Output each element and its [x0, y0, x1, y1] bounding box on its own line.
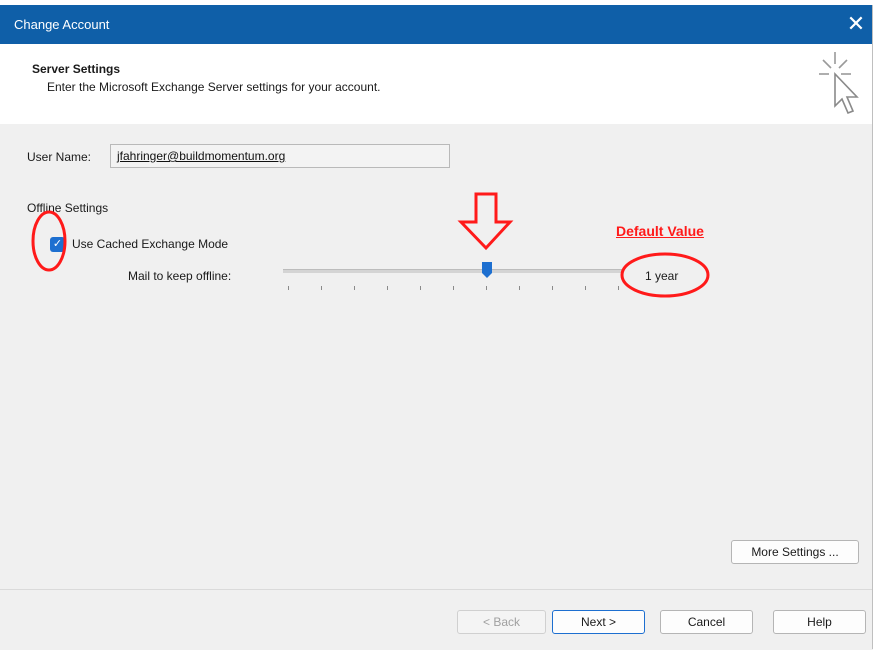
mail-offline-value: 1 year — [645, 269, 679, 283]
slider-track — [283, 269, 623, 273]
slider-tick — [552, 286, 553, 290]
slider-tick — [519, 286, 520, 290]
cancel-button[interactable]: Cancel — [660, 610, 753, 634]
help-button[interactable]: Help — [773, 610, 866, 634]
close-icon[interactable]: ✕ — [841, 9, 871, 39]
header-title: Server Settings — [32, 62, 121, 76]
slider-tick — [387, 286, 388, 290]
user-name-field[interactable]: jfahringer@buildmomentum.org — [110, 144, 450, 168]
user-name-value: jfahringer@buildmomentum.org — [117, 149, 286, 163]
cached-mode-checkbox[interactable]: ✓ — [50, 237, 65, 252]
offline-settings-label: Offline Settings — [27, 201, 109, 215]
cached-mode-label: Use Cached Exchange Mode — [72, 237, 229, 251]
cursor-sparkle-icon — [819, 52, 859, 115]
slider-tick — [453, 286, 454, 290]
annotation-overlay — [31, 192, 710, 298]
next-button[interactable]: Next > — [552, 610, 645, 634]
title-bar: Change Account ✕ — [0, 5, 873, 44]
more-settings-button[interactable]: More Settings ... — [731, 540, 859, 564]
slider-tick — [288, 286, 289, 290]
dialog-footer: < Back Next > Cancel Help — [0, 589, 873, 650]
slider-tick — [618, 286, 619, 290]
back-button[interactable]: < Back — [457, 610, 546, 634]
default-value-annotation: Default Value — [616, 223, 704, 239]
slider-tick — [354, 286, 355, 290]
user-name-label: User Name: — [27, 150, 92, 164]
dialog-header: Server Settings Enter the Microsoft Exch… — [0, 44, 873, 125]
mail-offline-slider[interactable] — [283, 262, 623, 292]
header-subtitle: Enter the Microsoft Exchange Server sett… — [47, 80, 381, 94]
slider-tick — [420, 286, 421, 290]
slider-thumb[interactable] — [482, 262, 492, 278]
content-panel: User Name: jfahringer@buildmomentum.org … — [0, 124, 873, 589]
slider-tick — [321, 286, 322, 290]
slider-arrow-annotation — [457, 192, 514, 251]
window-title: Change Account — [14, 17, 110, 32]
mail-offline-label: Mail to keep offline: — [128, 269, 232, 283]
slider-tick — [486, 286, 487, 290]
slider-tick — [585, 286, 586, 290]
